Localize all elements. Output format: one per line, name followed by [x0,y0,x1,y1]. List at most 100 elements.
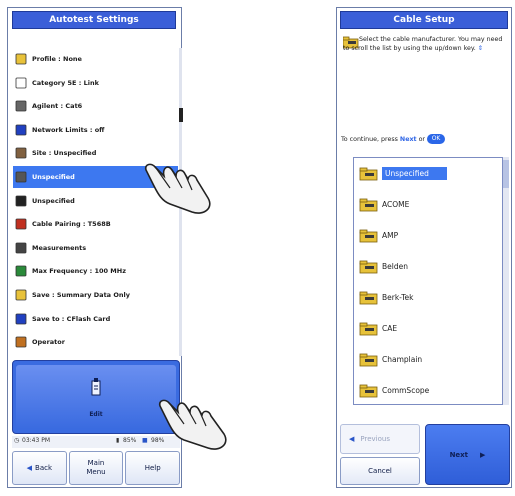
menu-item-label: Site : Unspecified [32,149,97,158]
manufacturer-name: Belden [382,262,408,271]
manufacturer-list-item[interactable]: Unspecified [354,158,502,189]
instruction-text: Select the cable manufacturer. You may n… [343,36,507,53]
manufacturer-list-item[interactable]: Berk-Tek [354,282,502,313]
continue-text: To continue, press [341,136,398,143]
manufacturer-list-item[interactable]: ACOME [354,189,502,220]
next-arrow-icon: ▶ [480,450,486,459]
edit-button-label: Edit [89,411,103,418]
next-button[interactable]: Next ▶ [425,424,510,485]
manufacturer-name: CommScope [382,386,430,395]
menu-item[interactable]: Cable Pairing : T568B [13,213,178,235]
help-button[interactable]: Help [125,451,181,485]
manufacturer-name: Berk-Tek [382,293,414,302]
menu-item-label: Operator [32,338,65,347]
site-icon [14,146,28,160]
cable-pairing-icon [14,217,28,231]
cable-folder-icon [359,353,379,367]
document-icon [14,76,28,90]
manufacturer-name: AMP [382,231,399,240]
edit-button-face: Edit [16,365,176,429]
network-limits-icon [14,123,28,137]
list-scroll-thumb[interactable] [503,160,509,188]
manufacturer-name: CAE [382,324,398,333]
battery-level: 85% [123,437,137,444]
cable-folder-icon [359,384,379,398]
screen-title: Cable Setup [340,11,508,29]
battery-icon: ▮ [116,437,120,444]
continue-or-word: or [418,136,426,143]
menu-item-label: Category 5E : Link [32,78,99,87]
floppy-icon [14,312,28,326]
manufacturer-list: Unspecified ACOME AMP Belden Berk-Tek CAE Cham… [353,157,503,405]
menu-item-label: Save to : CFlash Card [32,314,111,323]
manufacturer-name: Champlain [382,355,423,364]
menu-item[interactable]: Network Limits : off [13,119,178,141]
menu-item-label: Unspecified [32,173,75,181]
profile-icon [14,52,28,66]
menu-item[interactable]: Measurements [13,237,178,259]
up-down-key-icon: ⇕ [477,44,484,52]
pointing-hand-icon [158,399,227,450]
menu-item-label: Unspecified [32,196,75,205]
menu-item[interactable]: Profile : None [13,48,178,70]
menu-item[interactable]: Max Frequency : 100 MHz [13,260,178,282]
bottom-button-row: ◀ Back Main Menu Help [12,451,181,485]
previous-arrow-icon: ◀ [349,435,355,443]
menu-item-label: Network Limits : off [32,125,105,134]
back-button[interactable]: ◀ Back [12,451,67,485]
manufacturer-list-item[interactable]: CommScope [354,375,502,404]
device-icon [14,194,28,208]
manufacturer-list-item[interactable]: Belden [354,251,502,282]
back-button-label: Back [35,463,53,472]
cable-folder-icon [359,322,379,336]
menu-item[interactable]: Category 5E : Link [13,72,178,94]
edit-icon [91,378,101,396]
save-summary-icon [14,288,28,302]
main-menu-button[interactable]: Main Menu [68,451,124,485]
cable-folder-icon [359,229,379,243]
menu-item[interactable]: Operator [13,331,178,353]
menu-item-label: Max Frequency : 100 MHz [32,267,127,276]
connector-icon [14,170,28,184]
cancel-button[interactable]: Cancel [340,457,420,485]
menu-item-label: Save : Summary Data Only [32,291,130,299]
screen-title: Autotest Settings [12,11,176,29]
menu-item-label: Profile : None [32,55,82,63]
status-bar: ◷ 03:43 PM ▮ 85% ■ 98% [12,436,180,448]
list-scrollbar[interactable] [503,157,509,405]
manufacturer-name: Unspecified [382,167,447,180]
frequency-icon [14,264,28,278]
manufacturer-list-item[interactable]: CAE [354,313,502,344]
cable-folder-icon [359,167,379,181]
back-arrow-icon: ◀ [26,463,33,472]
menu-item[interactable]: Save : Summary Data Only [13,284,178,306]
next-button-label: Next [449,450,469,459]
status-time: 03:43 PM [22,437,50,444]
cable-folder-icon [359,260,379,274]
previous-button-label: Previous [360,435,390,443]
menu-item[interactable]: Save to : CFlash Card [13,308,178,330]
edit-button[interactable]: Edit [12,360,180,434]
menu-item[interactable]: Agilent : Cat6 [13,95,178,117]
main-menu-button-label: Main Menu [86,459,106,476]
ok-badge[interactable]: OK [427,134,446,144]
cable-folder-icon [359,291,379,305]
manufacturer-list-item[interactable]: AMP [354,220,502,251]
probe-icon [14,241,28,255]
menu-item-label: Cable Pairing : T568B [32,220,111,229]
manufacturer-name: ACOME [382,200,410,209]
cable-icon [14,99,28,113]
previous-button[interactable]: ◀ Previous [340,424,420,454]
cable-setup-screen: Cable Setup Select the cable manufacture… [336,7,512,488]
continue-next-word: Next [399,136,417,143]
menu-scroll-thumb[interactable] [179,108,183,122]
operator-icon [14,335,28,349]
menu-item-label: Agilent : Cat6 [32,102,83,111]
clock-icon: ◷ [14,437,20,444]
storage-icon: ■ [142,437,148,444]
continue-instruction: To continue, press Next or OK [341,134,446,144]
manufacturer-list-item[interactable]: Champlain [354,344,502,375]
help-button-label: Help [144,463,161,472]
cable-folder-icon [359,198,379,212]
menu-item-label: Measurements [32,243,87,252]
